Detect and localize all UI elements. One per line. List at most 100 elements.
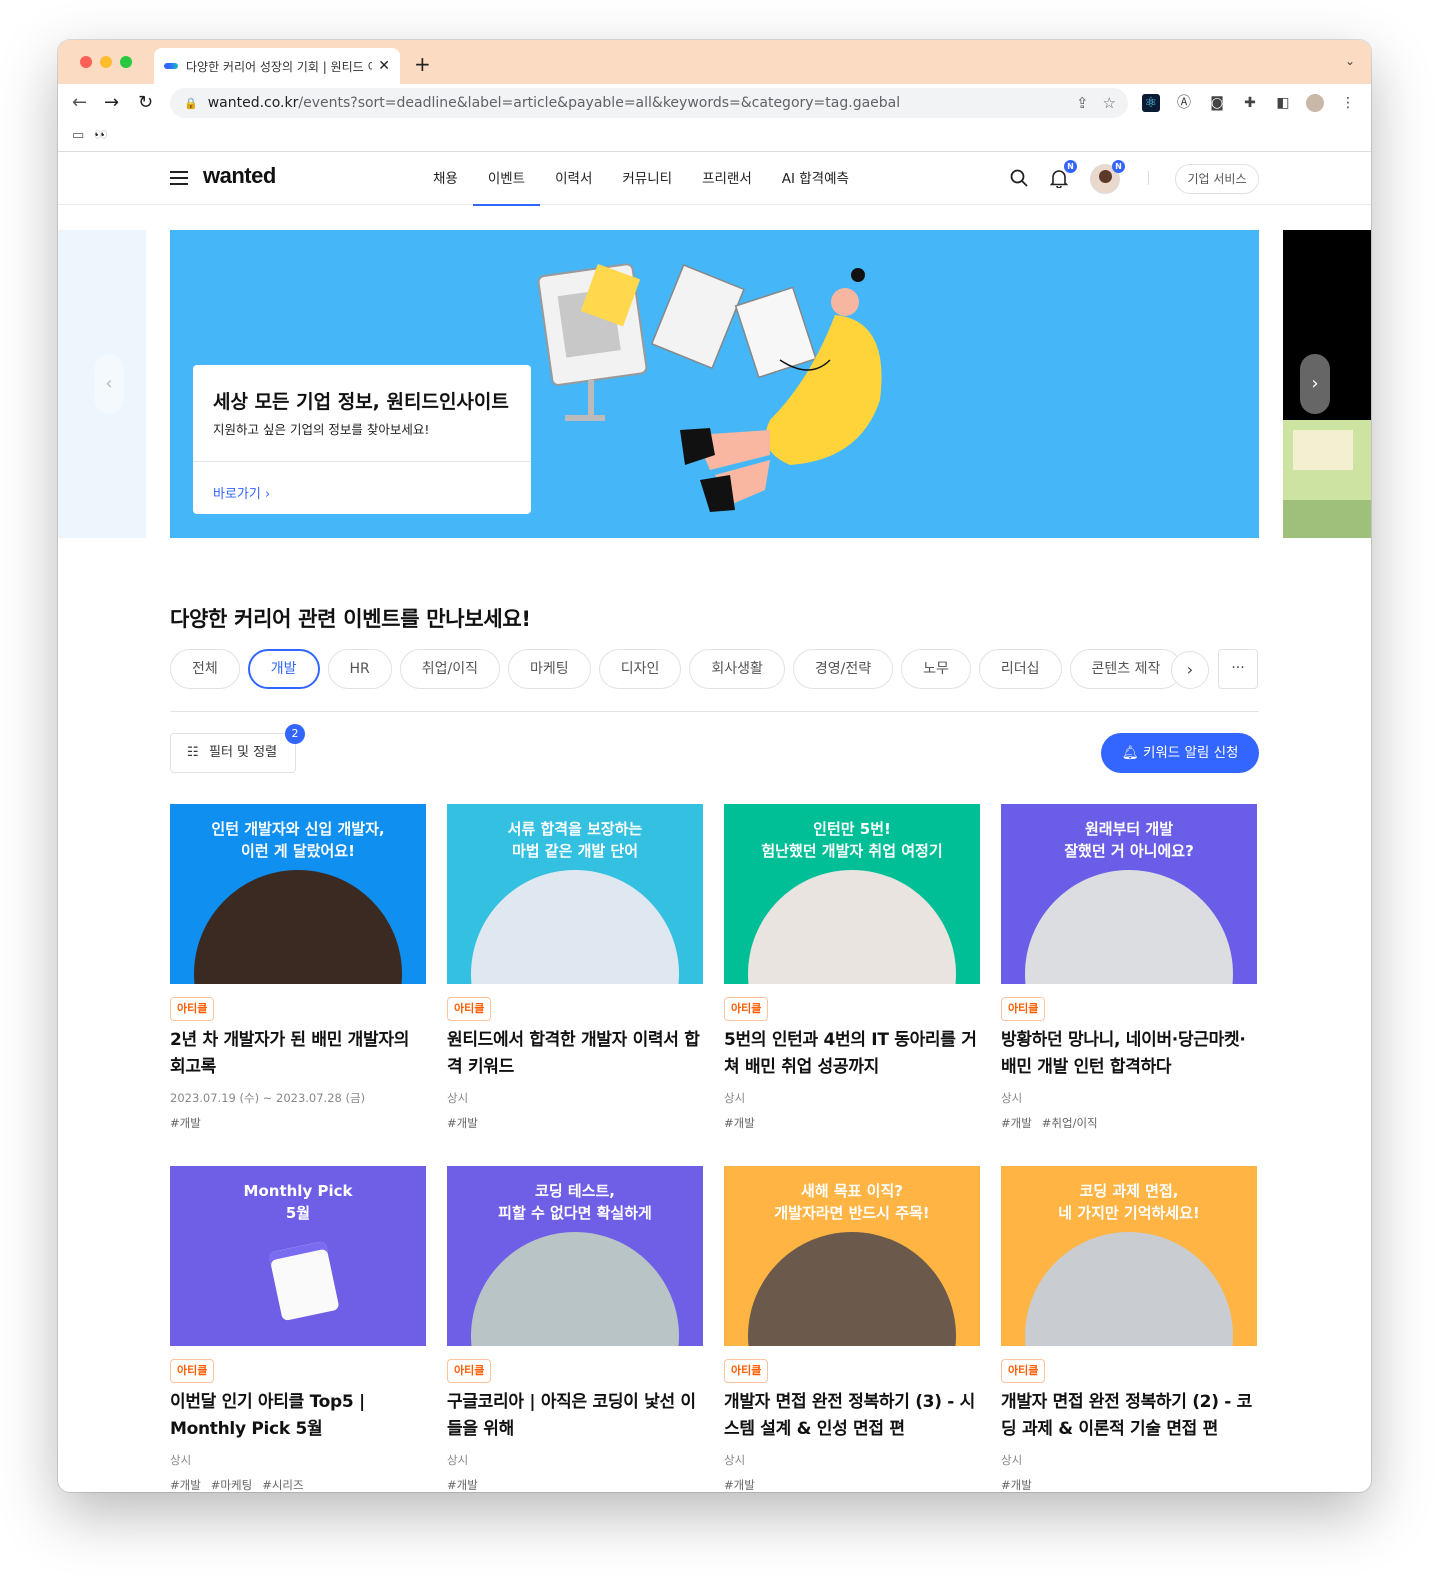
category-chip[interactable]: 취업/이직 xyxy=(399,649,501,689)
event-card[interactable]: 코딩 과제 면접, 네 가지만 기억하세요! 아티클 개발자 면접 완전 정복하기 … xyxy=(1001,1166,1257,1492)
lock-icon: 🔒 xyxy=(184,96,198,110)
card-title[interactable]: 2년 차 개발자가 된 배민 개발자의 회고록 xyxy=(170,1027,426,1081)
event-card[interactable]: 코딩 테스트, 피할 수 없다면 확실하게 아티클 구글코리아 | 아직은 코딩이 … xyxy=(447,1166,703,1492)
section-title: 다양한 커리어 관련 이벤트를 만나보세요! xyxy=(170,607,531,631)
category-chip[interactable]: 마케팅 xyxy=(508,649,591,689)
category-chip[interactable]: 리더십 xyxy=(978,649,1062,689)
category-chip[interactable]: 경영/전략 xyxy=(792,649,894,689)
card-title[interactable]: 원티드에서 합격한 개발자 이력서 합격 키워드 xyxy=(447,1027,703,1081)
reload-icon[interactable]: ↻ xyxy=(138,92,153,113)
back-icon[interactable]: ← xyxy=(72,92,87,113)
card-thumbnail: 인턴만 5번! 험난했던 개발자 취업 여정기 xyxy=(724,804,980,984)
sliders-icon: ☷ xyxy=(187,745,199,760)
minimize-window-button[interactable] xyxy=(100,56,112,68)
forward-icon[interactable]: → xyxy=(104,92,119,113)
keyword-alert-button[interactable]: 🔔︎ 키워드 알림 신청 xyxy=(1101,733,1259,773)
menu-ai-prediction[interactable]: AI 합격예측 xyxy=(767,153,864,205)
hero-link[interactable]: 바로가기 › xyxy=(213,483,270,502)
card-title[interactable]: 방황하던 망나니, 네이버·당근마켓·배민 개발 인턴 합격하다 xyxy=(1001,1027,1257,1081)
close-window-button[interactable] xyxy=(80,56,92,68)
folder-icon[interactable]: ▭ xyxy=(72,128,84,143)
category-chip[interactable]: 회사생활 xyxy=(689,649,785,689)
new-tab-icon[interactable]: + xyxy=(414,52,431,76)
extension-a-icon[interactable]: Ⓐ xyxy=(1175,94,1193,112)
menu-jobs[interactable]: 채용 xyxy=(418,153,473,205)
keyword-tag[interactable]: #개발 xyxy=(170,1478,201,1492)
eyes-icon[interactable]: 👀 xyxy=(94,128,108,141)
event-card[interactable]: 인턴만 5번! 험난했던 개발자 취업 여정기 아티클 5번의 인턴과 4번의 IT… xyxy=(724,804,980,1131)
category-chip[interactable]: 전체 xyxy=(170,649,240,689)
card-date: 2023.07.19 (수) ~ 2023.07.28 (금) xyxy=(170,1091,366,1105)
chips-next-button[interactable]: › xyxy=(1171,651,1209,689)
event-card[interactable]: 원래부터 개발 잘했던 거 아니에요? 아티클 방황하던 망나니, 네이버·당근마켓… xyxy=(1001,804,1257,1131)
article-tag: 아티클 xyxy=(724,1359,769,1383)
thumbnail-caption: 서류 합격을 보장하는 마법 같은 개발 단어 xyxy=(507,820,643,860)
card-thumbnail: 코딩 과제 면접, 네 가지만 기억하세요! xyxy=(1001,1166,1257,1346)
keyword-tag[interactable]: #시리즈 xyxy=(262,1478,303,1492)
hero-banner[interactable]: 세상 모든 기업 정보, 원티드인사이트 지원하고 싶은 기업의 정보를 찾아보… xyxy=(170,230,1259,538)
keyword-tag[interactable]: #개발 xyxy=(1001,1116,1032,1130)
address-bar[interactable]: 🔒 wanted.co.kr/events?sort=deadline&labe… xyxy=(170,88,1128,118)
share-icon[interactable]: ⇪ xyxy=(1076,94,1089,112)
menu-resume[interactable]: 이력서 xyxy=(540,153,607,205)
profile-new-badge: N xyxy=(1112,160,1125,173)
keyword-tag[interactable]: #개발 xyxy=(724,1478,755,1492)
carousel-prev-button[interactable]: ‹ xyxy=(94,354,124,414)
browser-tab[interactable]: 다양한 커리어 성장의 기회 | 원티드 이벤트 ✕ xyxy=(154,48,400,84)
menu-community[interactable]: 커뮤니티 xyxy=(607,153,687,205)
event-card[interactable]: 새해 목표 이직? 개발자라면 반드시 주목! 아티클 개발자 면접 완전 정복하기… xyxy=(724,1166,980,1492)
thumbnail-caption: 인턴 개발자와 신입 개발자, 이런 게 달랐어요! xyxy=(211,820,385,860)
category-chip[interactable]: 개발 xyxy=(247,649,320,689)
card-title[interactable]: 개발자 면접 완전 정복하기 (3) - 시스템 설계 & 인성 면접 편 xyxy=(724,1389,980,1443)
thumbnail-caption: 원래부터 개발 잘했던 거 아니에요? xyxy=(1064,820,1194,860)
profile-avatar-icon[interactable] xyxy=(1306,94,1324,112)
search-icon[interactable] xyxy=(1010,169,1028,192)
camera-icon[interactable]: ◙ xyxy=(1208,94,1226,112)
category-chip[interactable]: 콘텐츠 제작 xyxy=(1069,649,1183,689)
hamburger-menu-icon[interactable] xyxy=(170,171,188,185)
category-chip[interactable]: 노무 xyxy=(901,649,971,689)
event-card[interactable]: 인턴 개발자와 신입 개발자, 이런 게 달랐어요! 아티클 2년 차 개발자가 된… xyxy=(170,804,426,1131)
extensions-puzzle-icon[interactable]: ✚ xyxy=(1241,94,1259,112)
article-tag: 아티클 xyxy=(447,997,492,1021)
card-thumbnail: Monthly Pick 5월 xyxy=(170,1166,426,1346)
more-categories-button[interactable]: ··· xyxy=(1218,649,1258,689)
corporate-service-button[interactable]: 기업 서비스 xyxy=(1175,164,1259,194)
filter-sort-button[interactable]: ☷ 필터 및 정렬 2 xyxy=(170,724,305,773)
keyword-tag[interactable]: #개발 xyxy=(447,1116,478,1130)
card-title[interactable]: 구글코리아 | 아직은 코딩이 낯선 이들을 위해 xyxy=(447,1389,703,1443)
category-chip[interactable]: HR xyxy=(327,649,392,689)
card-date: 상시 xyxy=(447,1453,469,1467)
card-title[interactable]: 이번달 인기 아티클 Top5 | Monthly Pick 5월 xyxy=(170,1389,426,1443)
menu-events[interactable]: 이벤트 xyxy=(472,153,541,206)
bookmark-star-icon[interactable]: ☆ xyxy=(1103,94,1116,112)
tab-search-chevron-icon[interactable]: ⌄ xyxy=(1345,54,1355,68)
card-title[interactable]: 5번의 인턴과 4번의 IT 동아리를 거쳐 배민 취업 성공까지 xyxy=(724,1027,980,1081)
section-divider xyxy=(170,711,1259,712)
side-panel-icon[interactable]: ◧ xyxy=(1274,94,1292,112)
card-keywords: #개발 xyxy=(447,1477,703,1492)
card-thumbnail: 코딩 테스트, 피할 수 없다면 확실하게 xyxy=(447,1166,703,1346)
notification-bell-icon[interactable] xyxy=(1049,169,1069,193)
browser-menu-icon[interactable]: ⋮ xyxy=(1339,94,1357,112)
carousel-next-button[interactable]: › xyxy=(1300,354,1330,414)
keyword-tag[interactable]: #취업/이직 xyxy=(1042,1116,1098,1130)
close-tab-icon[interactable]: ✕ xyxy=(378,58,390,74)
keyword-tag[interactable]: #개발 xyxy=(1001,1478,1032,1492)
zoom-window-button[interactable] xyxy=(120,56,132,68)
card-title[interactable]: 개발자 면접 완전 정복하기 (2) - 코딩 과제 & 이론적 기술 면접 편 xyxy=(1001,1389,1257,1443)
card-date: 상시 xyxy=(447,1091,469,1105)
keyword-tag[interactable]: #개발 xyxy=(170,1116,201,1130)
notification-new-badge: N xyxy=(1064,160,1077,173)
event-card[interactable]: 서류 합격을 보장하는 마법 같은 개발 단어아티클원티드에서 합격한 개발자 … xyxy=(447,804,703,1131)
tab-title: 다양한 커리어 성장의 기회 | 원티드 이벤트 xyxy=(186,59,372,74)
keyword-tag[interactable]: #마케팅 xyxy=(211,1478,252,1492)
keyword-tag[interactable]: #개발 xyxy=(724,1116,755,1130)
category-chip[interactable]: 디자인 xyxy=(598,649,682,689)
keyword-tag[interactable]: #개발 xyxy=(447,1478,478,1492)
filter-count-badge: 2 xyxy=(285,724,305,744)
menu-freelancer[interactable]: 프리랜서 xyxy=(687,153,767,205)
event-card[interactable]: Monthly Pick 5월 아티클 이번달 인기 아티클 Top5 | Mont… xyxy=(170,1166,426,1492)
wanted-logo[interactable]: wanted xyxy=(203,163,276,189)
react-devtools-icon[interactable]: ⚛ xyxy=(1142,94,1160,112)
